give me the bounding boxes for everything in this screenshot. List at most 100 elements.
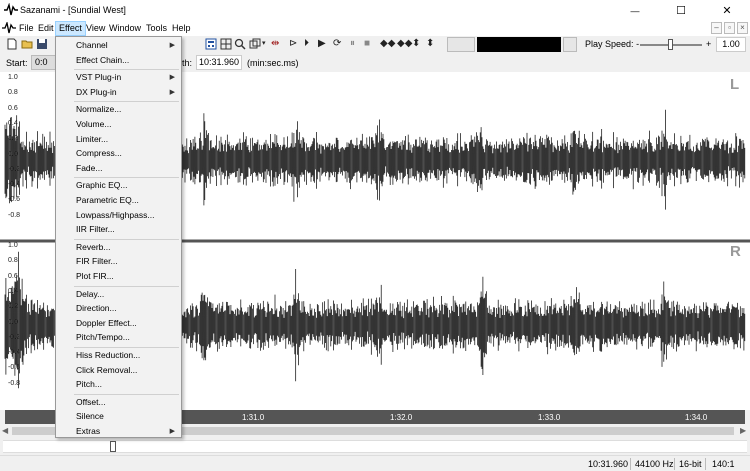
scroll-left-icon[interactable]: ◀ (2, 426, 8, 435)
play-speed-value[interactable]: 1.00 (716, 37, 746, 52)
menu-view[interactable]: View (83, 21, 108, 36)
status-separator (674, 458, 675, 470)
amplitude-label: 1.0 (8, 242, 18, 249)
effect-menu-item[interactable]: Delay... (56, 288, 181, 301)
effect-menu-item[interactable]: Pitch... (56, 378, 181, 391)
title-bar: Sazanami - [Sundial West] — ☐ ✕ (0, 0, 750, 21)
effect-menu-item[interactable]: Reverb... (56, 241, 181, 254)
maximize-button[interactable]: ☐ (658, 0, 704, 21)
effect-menu-item[interactable]: Doppler Effect... (56, 317, 181, 330)
ruler-label: 1:34.0 (685, 413, 708, 422)
marker-icon[interactable]: ⇹ (271, 37, 279, 51)
effect-menu-item[interactable]: Channel ▶ (56, 39, 181, 52)
effect-menu-item[interactable]: FIR Filter... (56, 255, 181, 268)
position-thumb[interactable] (110, 441, 116, 452)
amplitude-label: -0.2 (8, 333, 21, 341)
amplitude-label: -0.8 (8, 211, 21, 219)
menu-edit[interactable]: Edit (35, 21, 57, 36)
length-field[interactable]: 10:31.960 (196, 55, 242, 70)
document-waveform-icon[interactable] (2, 22, 16, 34)
selection-icon[interactable] (249, 38, 261, 50)
position-track[interactable] (3, 440, 747, 453)
play-icon[interactable]: ▶ (318, 37, 326, 51)
mdi-minimize-button[interactable]: – (711, 22, 722, 34)
mdi-restore-button[interactable]: ▫ (724, 22, 735, 34)
zoom-icon[interactable] (234, 38, 246, 50)
submenu-arrow-icon: ▶ (169, 88, 175, 96)
time-unit-label: (min:sec.ms) (247, 58, 299, 68)
open-folder-icon[interactable] (21, 38, 33, 50)
new-file-icon[interactable] (6, 38, 18, 50)
grid-icon[interactable] (220, 38, 232, 50)
effect-menu-item[interactable]: Parametric EQ... (56, 194, 181, 207)
effect-menu-item[interactable]: VST Plug-in ▶ (56, 71, 181, 84)
menu-tools[interactable]: Tools (143, 21, 170, 36)
expand-vertical-icon[interactable]: ⬍ (412, 37, 420, 51)
amplitude-label: 1.0 (8, 74, 18, 81)
close-button[interactable]: ✕ (704, 0, 750, 21)
status-zoom: 140:1 (712, 459, 735, 469)
effect-menu-item[interactable]: Click Removal... (56, 364, 181, 377)
dropdown-arrow-icon[interactable]: ▾ (262, 37, 266, 51)
app-window: Sazanami - [Sundial West] — ☐ ✕ File Edi… (0, 0, 750, 471)
ruler-label: 1:32.0 (390, 413, 413, 422)
amplitude-label: 0.2 (8, 303, 18, 311)
effect-menu-item[interactable]: Volume... (56, 118, 181, 131)
length-label: th: (182, 58, 193, 68)
effect-menu-item[interactable]: Effect Chain... (56, 54, 181, 67)
minimize-button[interactable]: — (612, 0, 658, 21)
color-swatch-dark[interactable] (477, 37, 561, 52)
status-separator (705, 458, 706, 470)
menu-window[interactable]: Window (106, 21, 144, 36)
color-swatch-light[interactable] (447, 37, 475, 52)
amplitude-label: 0.8 (8, 257, 18, 265)
menu-file[interactable]: File (16, 21, 37, 36)
effect-menu-item[interactable]: Silence (56, 410, 181, 423)
effect-menu-item[interactable]: Normalize... (56, 103, 181, 116)
effect-menu-item[interactable]: Offset... (56, 396, 181, 409)
mdi-close-button[interactable]: × (737, 22, 748, 34)
status-separator (630, 458, 631, 470)
effect-menu-item[interactable]: Hiss Reduction... (56, 349, 181, 362)
effect-menu-item[interactable]: Fade... (56, 162, 181, 175)
menu-effect[interactable]: Effect (55, 21, 86, 36)
menu-separator (74, 101, 179, 103)
save-icon[interactable] (36, 38, 48, 50)
effect-menu-item[interactable]: IIR Filter... (56, 223, 181, 236)
amplitude-label: 0.8 (8, 89, 18, 97)
color-swatch-small[interactable] (563, 37, 577, 52)
amplitude-label: 0.6 (8, 104, 18, 112)
collapse-vertical-icon[interactable]: ⬍ (426, 37, 434, 51)
effect-menu-item[interactable]: DX Plug-in ▶ (56, 86, 181, 99)
effect-menu-item[interactable]: Pitch/Tempo... (56, 331, 181, 344)
effect-menu-item[interactable]: Lowpass/Highpass... (56, 209, 181, 222)
loop-icon[interactable]: ⟳ (333, 37, 341, 51)
effect-menu-item[interactable]: Direction... (56, 302, 181, 315)
rewind-icon[interactable]: ◆◆ (380, 37, 395, 51)
menu-separator (74, 177, 179, 179)
menu-bar: File Edit Effect View Window Tools Help … (0, 21, 750, 36)
play-from-start-icon[interactable]: ⊳ (289, 37, 297, 51)
scroll-right-icon[interactable]: ▶ (740, 426, 746, 435)
effect-menu-item[interactable]: Compress... (56, 147, 181, 160)
stop-icon[interactable]: ■ (364, 37, 370, 51)
ruler-label: 1:31.0 (242, 413, 265, 422)
start-field[interactable]: 0:0 (31, 55, 57, 70)
effect-menu-item[interactable]: Graphic EQ... (56, 179, 181, 192)
forward-icon[interactable]: ◆◆ (397, 37, 412, 51)
ruler-label: 1:33.0 (538, 413, 561, 422)
calculator-icon[interactable] (205, 38, 217, 50)
pause-icon[interactable]: ⏸ (350, 37, 355, 51)
play-speed-slider-thumb[interactable] (668, 39, 673, 50)
play-speed-label: Play Speed: - (585, 39, 640, 49)
menu-separator (74, 285, 179, 287)
play-selection-icon[interactable]: ⏵ (304, 37, 309, 51)
amplitude-label: -0.8 (8, 379, 21, 387)
amplitude-label: 0.0 (8, 150, 18, 158)
effect-menu-item[interactable]: Limiter... (56, 133, 181, 146)
effect-menu-item[interactable]: Plot FIR... (56, 270, 181, 283)
amplitude-label: 0.2 (8, 135, 18, 143)
effect-menu-item[interactable]: Extras ▶ (56, 425, 181, 438)
menu-help[interactable]: Help (169, 21, 194, 36)
amplitude-label: -0.4 (8, 349, 21, 357)
